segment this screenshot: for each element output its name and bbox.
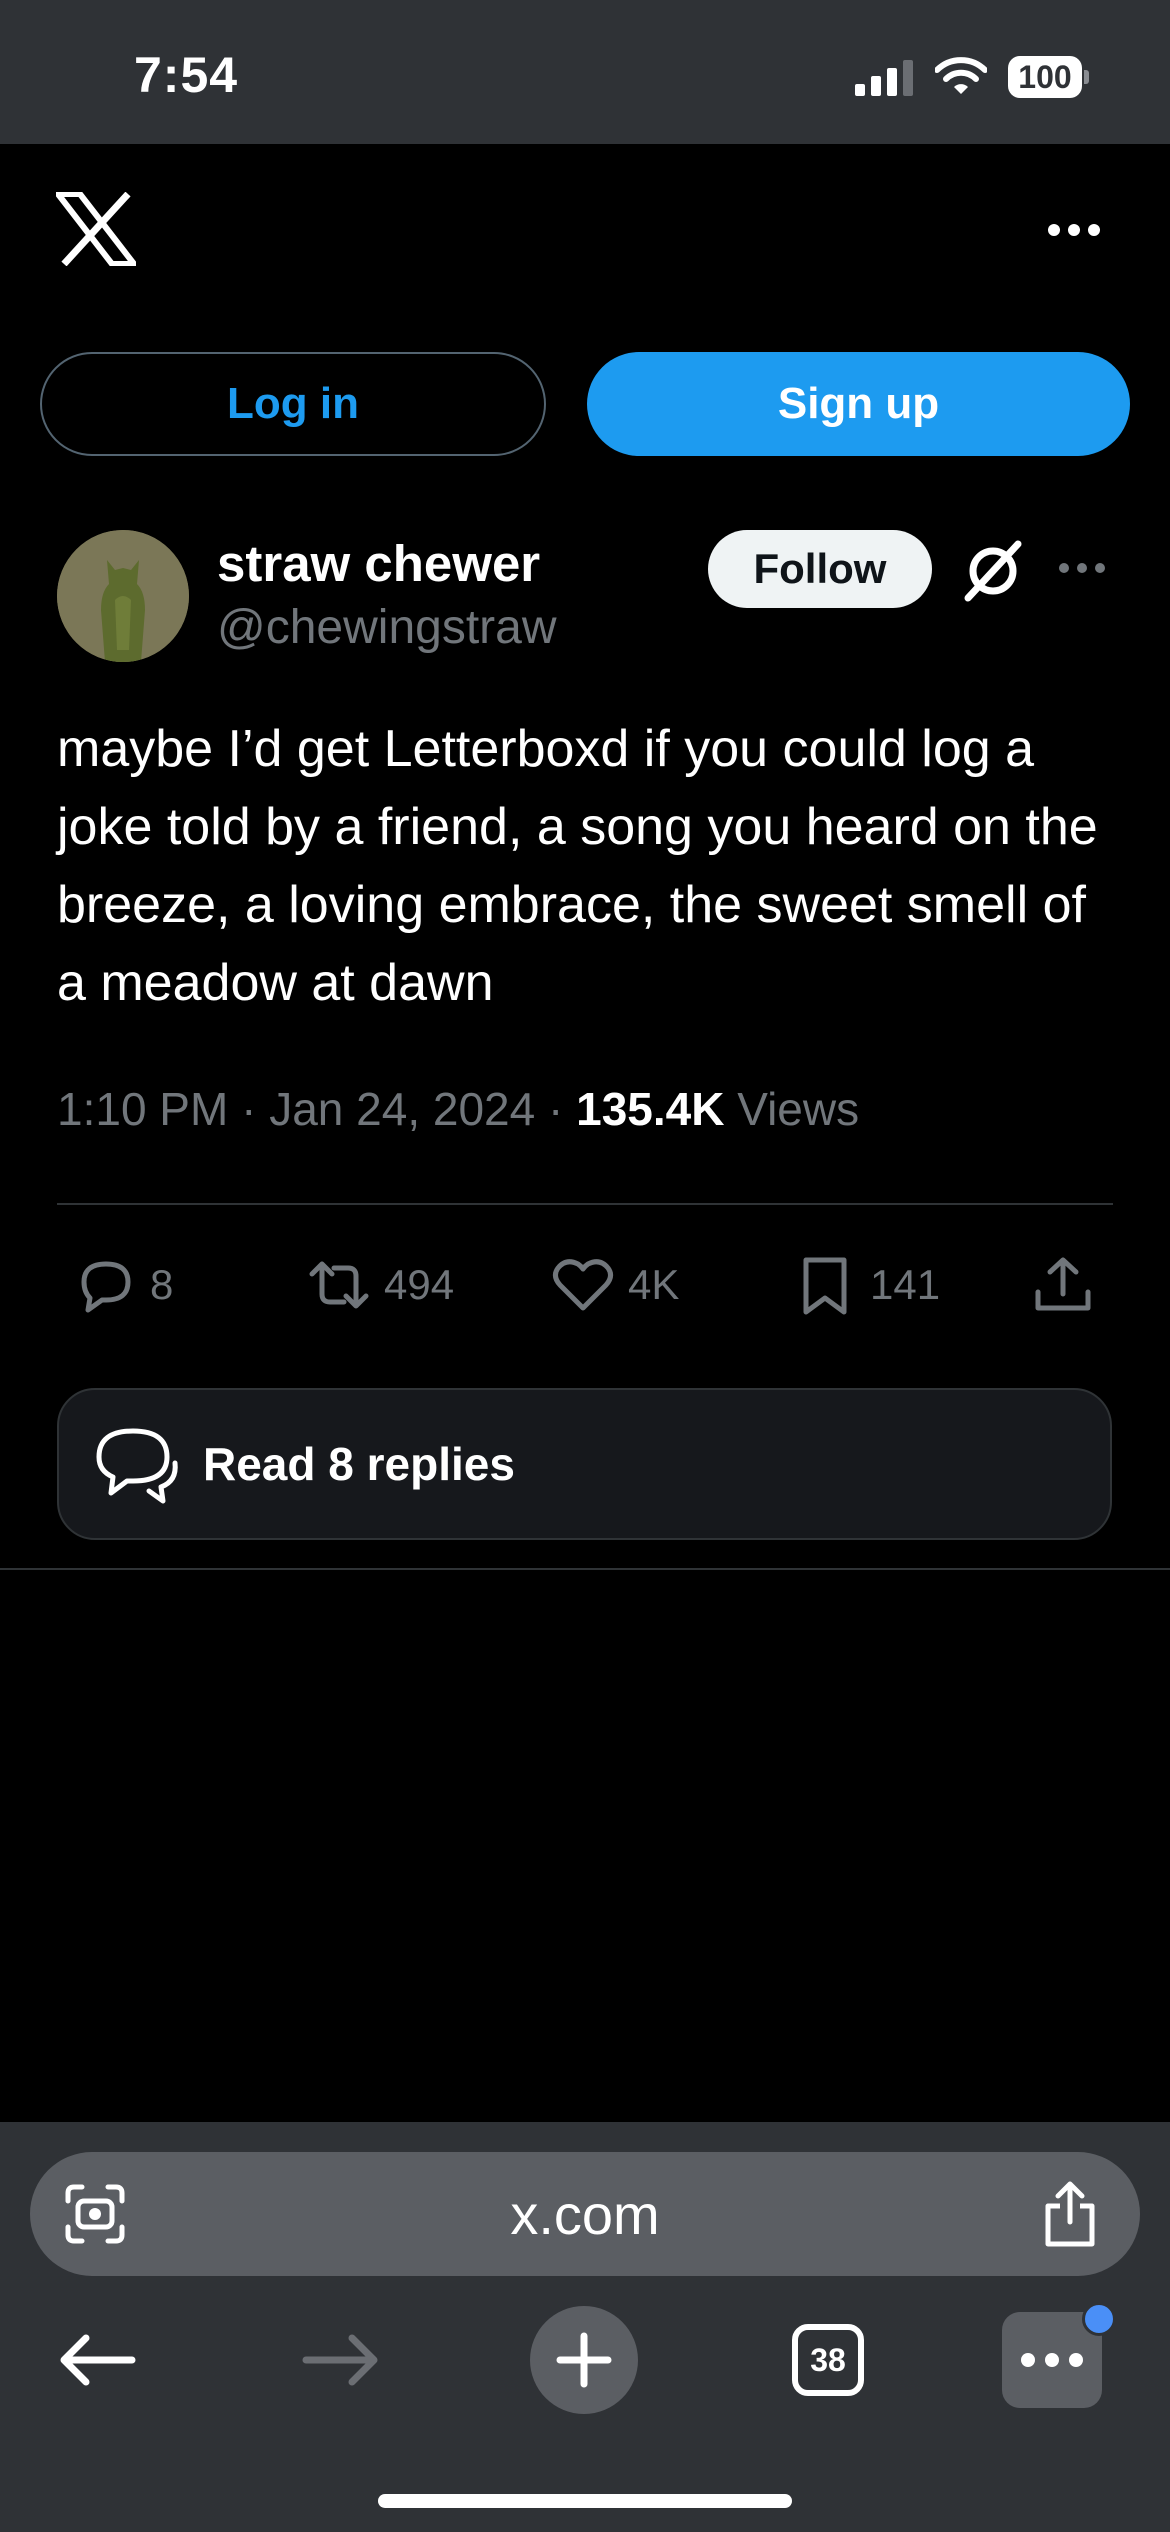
avatar-figure-icon [57, 530, 189, 662]
author-display-name[interactable]: straw chewer [217, 534, 540, 593]
read-replies-label: Read 8 replies [203, 1438, 515, 1490]
browser-share-icon[interactable] [1040, 2180, 1100, 2248]
back-arrow-icon[interactable] [56, 2330, 136, 2390]
repost-count: 494 [384, 1261, 455, 1308]
reply-icon [81, 1261, 131, 1313]
views-count: 135.4K [576, 1083, 725, 1135]
share-icon [1035, 1257, 1091, 1311]
meta-separator: · [241, 1083, 270, 1135]
views-label: Views [737, 1083, 860, 1135]
follow-button[interactable]: Follow [708, 530, 932, 608]
notification-dot [1082, 2302, 1116, 2336]
reply-count: 8 [150, 1261, 174, 1308]
bookmark-icon [803, 1257, 847, 1315]
like-count: 4K [628, 1261, 680, 1308]
reply-action[interactable]: 8 [72, 1250, 173, 1320]
grok-icon[interactable] [960, 538, 1026, 604]
battery-level: 100 [1008, 56, 1082, 98]
signup-button[interactable]: Sign up [587, 352, 1130, 456]
wifi-icon [935, 57, 987, 94]
read-replies-button[interactable]: Read 8 replies [57, 1388, 1112, 1540]
tweet-date[interactable]: Jan 24, 2024 [269, 1083, 535, 1135]
more-horizontal-icon[interactable] [1046, 222, 1102, 238]
home-indicator[interactable] [378, 2494, 792, 2508]
conversation-icon [96, 1428, 178, 1504]
login-button[interactable]: Log in [40, 352, 546, 456]
divider [57, 1203, 1113, 1205]
tweet-meta: 1:10 PM · Jan 24, 2024 · 135.4K Views [57, 1082, 859, 1136]
bookmark-action[interactable]: 141 [792, 1250, 940, 1320]
tweet-text: maybe I’d get Letterboxd if you could lo… [57, 720, 1098, 1012]
like-action[interactable]: 4K [550, 1250, 679, 1320]
forward-arrow-icon[interactable] [302, 2330, 382, 2390]
cellular-signal-icon [855, 60, 913, 96]
battery-icon: 100 [1008, 56, 1090, 98]
divider [0, 1568, 1170, 1570]
tweet-more-icon[interactable] [1056, 560, 1108, 576]
more-horizontal-icon [1021, 2353, 1083, 2367]
x-logo-icon[interactable] [56, 192, 136, 266]
plus-icon [556, 2332, 612, 2388]
meta-separator: · [548, 1083, 577, 1135]
repost-icon [309, 1261, 369, 1309]
url-text[interactable]: x.com [510, 2182, 659, 2247]
new-tab-button[interactable] [530, 2306, 638, 2414]
repost-action[interactable]: 494 [306, 1250, 454, 1320]
page-menu-icon[interactable] [64, 2183, 126, 2245]
avatar[interactable] [57, 530, 189, 662]
share-action[interactable] [1030, 1250, 1096, 1320]
heart-icon [552, 1259, 614, 1311]
address-bar[interactable]: x.com [30, 2152, 1140, 2276]
bookmark-count: 141 [870, 1261, 941, 1308]
tabs-button[interactable]: 38 [792, 2324, 864, 2396]
status-time: 7:54 [134, 47, 239, 103]
tweet-time[interactable]: 1:10 PM [57, 1083, 228, 1135]
author-handle[interactable]: @chewingstraw [217, 600, 557, 655]
